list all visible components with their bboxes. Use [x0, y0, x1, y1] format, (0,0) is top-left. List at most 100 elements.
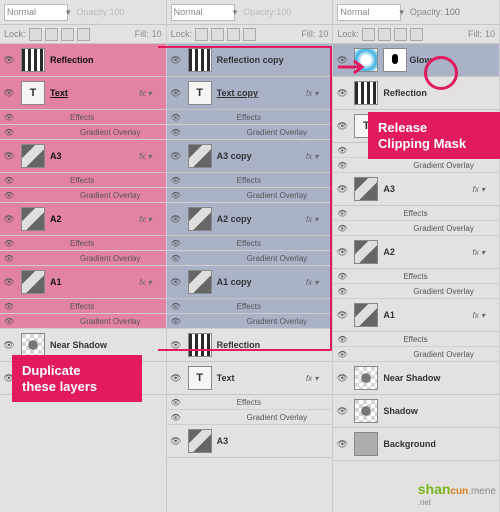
layer-thumb[interactable]	[354, 399, 378, 423]
visibility-icon[interactable]: 👁	[167, 88, 185, 99]
effect-item[interactable]: 👁Gradient Overlay	[167, 125, 333, 140]
visibility-icon[interactable]: 👁	[333, 287, 351, 296]
layer-thumb[interactable]	[188, 270, 212, 294]
layer-name[interactable]: Reflection	[48, 55, 166, 65]
opacity-value[interactable]: 100	[445, 7, 460, 17]
layer-row[interactable]: 👁 Reflection	[167, 329, 333, 362]
dropdown-icon[interactable]: ▾	[66, 7, 71, 18]
fx-badge[interactable]: fx ▾	[306, 89, 318, 98]
layer-row[interactable]: 👁 Reflection copy	[167, 44, 333, 77]
blend-select[interactable]	[171, 4, 235, 21]
layer-thumb[interactable]	[188, 144, 212, 168]
effect-item[interactable]: 👁Gradient Overlay	[333, 158, 499, 173]
visibility-icon[interactable]: 👁	[0, 277, 18, 288]
layer-thumb[interactable]	[354, 303, 378, 327]
layer-thumb[interactable]	[21, 144, 45, 168]
layer-thumb[interactable]	[354, 432, 378, 456]
visibility-icon[interactable]: 👁	[167, 373, 185, 384]
layer-name[interactable]: Reflection	[381, 88, 499, 98]
layer-thumb[interactable]	[21, 48, 45, 72]
visibility-icon[interactable]: 👁	[333, 272, 351, 281]
effect-item[interactable]: 👁Gradient Overlay	[333, 284, 499, 299]
fx-badge[interactable]: fx ▾	[139, 152, 151, 161]
effects-row[interactable]: 👁Effects	[333, 269, 499, 284]
layer-name[interactable]: Background	[381, 439, 499, 449]
visibility-icon[interactable]: 👁	[0, 214, 18, 225]
effect-item[interactable]: 👁Gradient Overlay	[0, 314, 166, 329]
layer-row[interactable]: 👁 A2 fx ▾	[333, 236, 499, 269]
opacity-value[interactable]: 100	[276, 7, 291, 17]
layer-thumb[interactable]	[188, 207, 212, 231]
fx-badge[interactable]: fx ▾	[306, 278, 318, 287]
layer-thumb[interactable]	[188, 48, 212, 72]
visibility-icon[interactable]: 👁	[0, 191, 18, 200]
layer-row[interactable]: 👁 Reflection	[0, 44, 166, 77]
fx-badge[interactable]: fx ▾	[473, 311, 485, 320]
visibility-icon[interactable]: 👁	[333, 439, 351, 450]
visibility-icon[interactable]: 👁	[333, 161, 351, 170]
layer-name[interactable]: Shadow	[381, 406, 499, 416]
layer-row[interactable]: 👁 A1 copy fx ▾	[167, 266, 333, 299]
visibility-icon[interactable]: 👁	[333, 373, 351, 384]
blend-select[interactable]	[337, 4, 401, 21]
visibility-icon[interactable]: 👁	[167, 436, 185, 447]
fx-badge[interactable]: fx ▾	[473, 248, 485, 257]
layer-thumb[interactable]	[188, 333, 212, 357]
effects-row[interactable]: 👁Effects	[0, 110, 166, 125]
layer-thumb[interactable]	[21, 207, 45, 231]
visibility-icon[interactable]: 👁	[167, 214, 185, 225]
layer-name[interactable]: Text	[215, 373, 306, 383]
layer-row[interactable]: 👁 Shadow	[333, 395, 499, 428]
effects-row[interactable]: 👁Effects	[167, 299, 333, 314]
layer-thumb[interactable]	[354, 177, 378, 201]
visibility-icon[interactable]: 👁	[0, 88, 18, 99]
fill-value[interactable]: 10	[318, 29, 328, 39]
visibility-icon[interactable]: 👁	[167, 317, 185, 326]
visibility-icon[interactable]: 👁	[0, 176, 18, 185]
layer-name[interactable]: Text copy	[215, 88, 306, 98]
layer-name[interactable]: A1	[381, 310, 472, 320]
fx-badge[interactable]: fx ▾	[139, 89, 151, 98]
layer-name[interactable]: A1	[48, 277, 139, 287]
visibility-icon[interactable]: 👁	[333, 224, 351, 233]
lock-position-icon[interactable]	[227, 28, 240, 41]
fx-badge[interactable]: fx ▾	[139, 278, 151, 287]
effect-item[interactable]: 👁Gradient Overlay	[0, 188, 166, 203]
visibility-icon[interactable]: 👁	[333, 335, 351, 344]
effect-item[interactable]: 👁Gradient Overlay	[167, 188, 333, 203]
effects-row[interactable]: 👁Effects	[167, 173, 333, 188]
effect-item[interactable]: 👁Gradient Overlay	[0, 125, 166, 140]
visibility-icon[interactable]: 👁	[167, 413, 185, 422]
effect-item[interactable]: 👁Gradient Overlay	[167, 410, 333, 425]
effects-row[interactable]: 👁Effects	[167, 395, 333, 410]
layer-name[interactable]: A3	[48, 151, 139, 161]
layer-row[interactable]: 👁 A3	[167, 425, 333, 458]
layer-thumb[interactable]	[354, 240, 378, 264]
layer-name[interactable]: A1 copy	[215, 277, 306, 287]
visibility-icon[interactable]: 👁	[167, 239, 185, 248]
layer-row[interactable]: 👁 A2 copy fx ▾	[167, 203, 333, 236]
layer-thumb[interactable]	[21, 270, 45, 294]
layer-name[interactable]: Reflection	[215, 340, 333, 350]
lock-pixels-icon[interactable]	[211, 28, 224, 41]
visibility-icon[interactable]: 👁	[167, 151, 185, 162]
layer-name[interactable]: Near Shadow	[48, 340, 166, 350]
visibility-icon[interactable]: 👁	[0, 128, 18, 137]
layer-thumb[interactable]: T	[188, 81, 212, 105]
visibility-icon[interactable]: 👁	[167, 113, 185, 122]
fill-value[interactable]: 10	[485, 29, 495, 39]
layer-thumb[interactable]: T	[188, 366, 212, 390]
visibility-icon[interactable]: 👁	[333, 406, 351, 417]
layer-row[interactable]: 👁 A2 fx ▾	[0, 203, 166, 236]
lock-position-icon[interactable]	[61, 28, 74, 41]
layer-name[interactable]: Near Shadow	[381, 373, 499, 383]
visibility-icon[interactable]: 👁	[333, 88, 351, 99]
layer-row[interactable]: 👁 A3 copy fx ▾	[167, 140, 333, 173]
layer-thumb[interactable]	[354, 48, 378, 72]
effects-row[interactable]: 👁Effects	[167, 236, 333, 251]
layer-row[interactable]: 👁T Text fx ▾	[167, 362, 333, 395]
visibility-icon[interactable]: 👁	[167, 398, 185, 407]
visibility-icon[interactable]: 👁	[0, 151, 18, 162]
visibility-icon[interactable]: 👁	[167, 55, 185, 66]
visibility-icon[interactable]: 👁	[0, 340, 18, 351]
